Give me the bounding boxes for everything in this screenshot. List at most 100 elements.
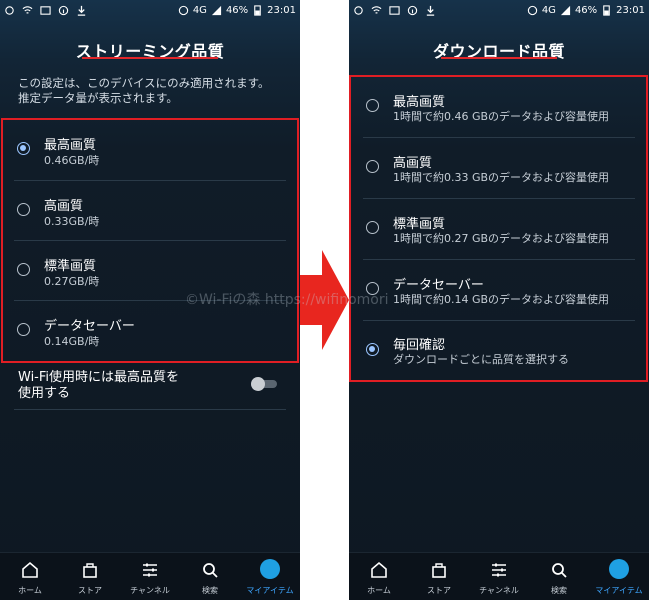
battery-icon — [603, 4, 610, 16]
nav-label: ストア — [78, 586, 102, 595]
wifi-setting-label: Wi-Fi使用時には最高品質を — [18, 370, 180, 385]
nav-label: マイアイテム — [595, 586, 643, 595]
nav-label: チャンネル — [130, 586, 170, 595]
option-label: データセーバー — [44, 319, 135, 334]
toggle-knob — [251, 377, 265, 391]
nav-store[interactable]: ストア — [409, 553, 469, 600]
quality-option-standard[interactable]: 標準画質 0.27GB/時 — [14, 248, 286, 298]
nav-label: チャンネル — [479, 586, 519, 595]
battery-level: 46% — [225, 4, 249, 16]
divider — [363, 137, 635, 138]
divider — [14, 409, 286, 410]
channels-icon — [143, 563, 157, 577]
battery-level: 46% — [574, 4, 598, 16]
divider — [14, 180, 286, 181]
radio-unselected[interactable] — [366, 282, 379, 295]
quality-option-best[interactable]: 最高画質 0.46GB/時 — [14, 128, 286, 178]
download-icon — [77, 5, 86, 16]
nav-channels[interactable]: チャンネル — [120, 553, 180, 600]
nav-home[interactable]: ホーム — [0, 553, 60, 600]
network-type: 4G — [192, 4, 207, 16]
wifi-best-quality-toggle[interactable] — [251, 377, 279, 391]
home-icon — [22, 561, 38, 578]
notification-icon — [5, 5, 14, 15]
channels-icon — [492, 563, 506, 577]
store-bag-icon — [83, 563, 97, 578]
radio-unselected[interactable] — [366, 221, 379, 234]
option-data-usage: 0.33GB/時 — [44, 215, 100, 228]
hotspot-icon — [178, 5, 188, 15]
wifi-icon — [371, 5, 382, 14]
title-underline — [82, 57, 218, 59]
radio-unselected[interactable] — [17, 323, 30, 336]
hotspot-icon — [527, 5, 537, 15]
search-icon — [203, 563, 218, 578]
option-data-usage: 1時間で約0.33 GBのデータおよび容量使用 — [393, 171, 610, 184]
battery-icon — [254, 4, 261, 16]
radio-unselected[interactable] — [366, 99, 379, 112]
radio-selected[interactable] — [366, 343, 379, 356]
wifi-best-quality-setting: Wi-Fi使用時には最高品質を 使用する — [18, 370, 179, 402]
clock: 23:01 — [616, 4, 645, 16]
bottom-nav: ホーム ストア チャンネル 検索 マイアイテム — [0, 552, 300, 600]
radio-unselected[interactable] — [366, 160, 379, 173]
download-option-ask-every-time[interactable]: 毎回確認 ダウンロードごとに品質を選択する — [363, 328, 635, 378]
radio-unselected[interactable] — [17, 263, 30, 276]
option-label: 最高画質 — [44, 138, 97, 153]
option-data-usage: 1時間で約0.27 GBのデータおよび容量使用 — [393, 232, 610, 245]
nav-store[interactable]: ストア — [60, 553, 120, 600]
quality-option-high[interactable]: 高画質 0.33GB/時 — [14, 188, 286, 238]
arrow-right-icon — [300, 250, 349, 350]
nav-my-items[interactable]: マイアイテム — [589, 553, 649, 600]
nav-label: 検索 — [551, 586, 567, 595]
quality-option-data-saver[interactable]: データセーバー 0.14GB/時 — [14, 308, 286, 358]
notification-icon — [354, 5, 363, 15]
avatar-icon — [260, 559, 280, 579]
description-line: この設定は、このデバイスにのみ適用されます。 — [18, 76, 270, 90]
download-icon — [426, 5, 435, 16]
option-data-usage: ダウンロードごとに品質を選択する — [393, 353, 569, 366]
wifi-setting-label: 使用する — [18, 386, 71, 401]
nav-home[interactable]: ホーム — [349, 553, 409, 600]
download-quality-screen: 4G 46% 23:01 ダウンロード品質 最高画質 1時間で約0.46 GBの… — [349, 0, 649, 600]
divider — [363, 198, 635, 199]
nav-label: 検索 — [202, 586, 218, 595]
download-option-standard[interactable]: 標準画質 1時間で約0.27 GBのデータおよび容量使用 — [363, 207, 635, 257]
title-underline — [441, 57, 557, 59]
description-line: 推定データ量が表示されます。 — [18, 91, 178, 105]
search-icon — [552, 563, 567, 578]
download-option-best[interactable]: 最高画質 1時間で約0.46 GBのデータおよび容量使用 — [363, 86, 635, 136]
divider — [363, 320, 635, 321]
wifi-icon — [22, 5, 33, 14]
divider — [363, 259, 635, 260]
network-type: 4G — [541, 4, 556, 16]
info-icon — [407, 5, 418, 15]
nav-label: ストア — [427, 586, 451, 595]
store-bag-icon — [432, 563, 446, 578]
image-icon — [40, 5, 51, 15]
image-icon — [389, 5, 400, 15]
nav-search[interactable]: 検索 — [529, 553, 589, 600]
option-data-usage: 0.46GB/時 — [44, 154, 100, 167]
option-label: 標準画質 — [44, 259, 97, 274]
status-bar: 4G 46% 23:01 — [349, 0, 649, 20]
divider — [14, 240, 286, 241]
nav-my-items[interactable]: マイアイテム — [240, 553, 300, 600]
radio-selected[interactable] — [17, 142, 30, 155]
option-label: 高画質 — [44, 199, 84, 214]
info-icon — [58, 5, 69, 15]
home-icon — [371, 561, 387, 578]
clock: 23:01 — [267, 4, 296, 16]
nav-search[interactable]: 検索 — [180, 553, 240, 600]
download-option-high[interactable]: 高画質 1時間で約0.33 GBのデータおよび容量使用 — [363, 146, 635, 196]
nav-channels[interactable]: チャンネル — [469, 553, 529, 600]
option-data-usage: 1時間で約0.14 GBのデータおよび容量使用 — [393, 293, 610, 306]
download-option-data-saver[interactable]: データセーバー 1時間で約0.14 GBのデータおよび容量使用 — [363, 268, 635, 318]
nav-label: ホーム — [367, 586, 391, 595]
status-bar: 4G 46% 23:01 — [0, 0, 300, 20]
bottom-nav: ホーム ストア チャンネル 検索 マイアイテム — [349, 552, 649, 600]
nav-label: ホーム — [18, 586, 42, 595]
nav-label: マイアイテム — [246, 586, 294, 595]
signal-icon — [211, 5, 222, 15]
radio-unselected[interactable] — [17, 203, 30, 216]
